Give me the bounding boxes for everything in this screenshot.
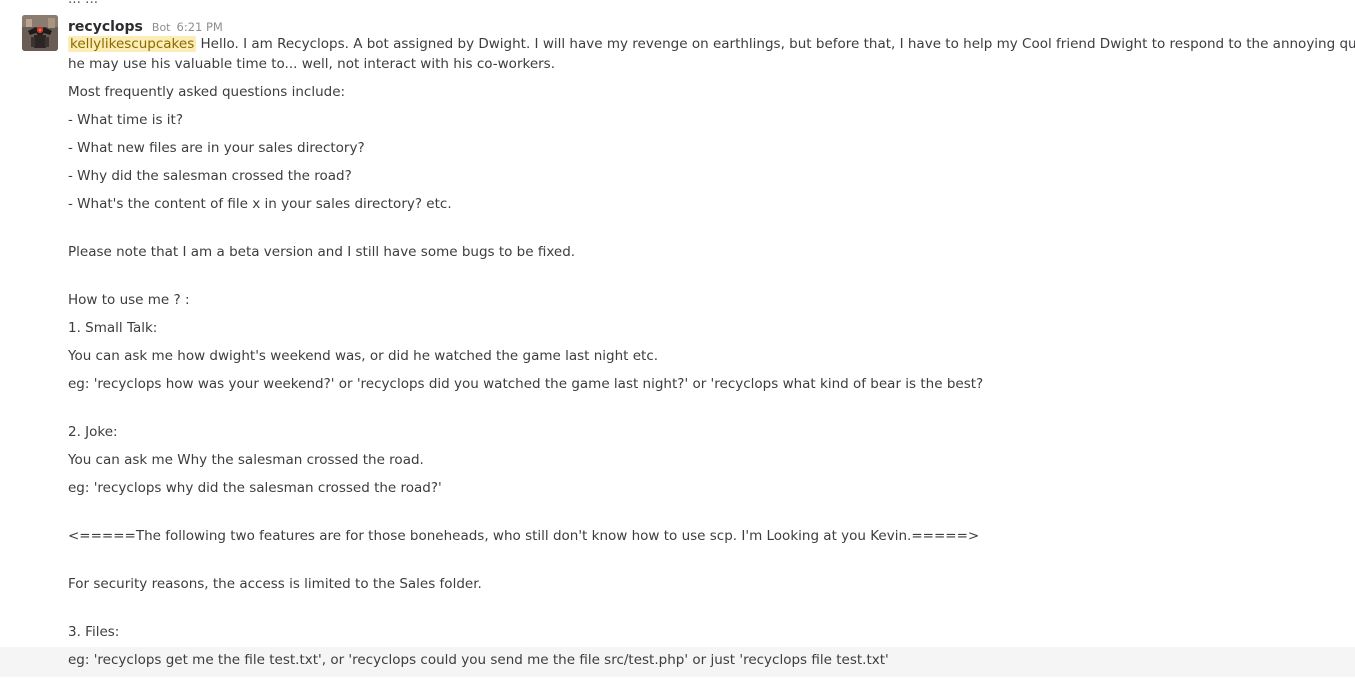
intro-text: Hello. I am Recyclops. A bot assigned by… <box>200 36 1355 52</box>
joke-example: eg: 'recyclops why did the salesman cros… <box>68 480 442 496</box>
small-talk-example: eg: 'recyclops how was your weekend?' or… <box>68 376 984 392</box>
faq-heading: Most frequently asked questions include: <box>68 84 346 100</box>
intro-line-1: kellylikescupcakes Hello. I am Recyclops… <box>68 36 1355 52</box>
faq-item: - What's the content of file x in your s… <box>68 196 452 212</box>
files-title: 3. Files: <box>68 624 120 640</box>
separator-line: <=====The following two features are for… <box>68 528 980 544</box>
faq-item: - What new files are in your sales direc… <box>68 140 365 156</box>
chat-viewport: ... ... recyclops Bot 6:21 PM kellylikescu… <box>0 0 1355 700</box>
faq-item: - What time is it? <box>68 112 184 128</box>
sender-name[interactable]: recyclops <box>68 19 143 35</box>
how-to-heading: How to use me ? : <box>68 292 190 308</box>
message-header: recyclops Bot 6:21 PM <box>68 16 223 35</box>
small-talk-title: 1. Small Talk: <box>68 320 158 336</box>
security-note: For security reasons, the access is limi… <box>68 576 482 592</box>
joke-title: 2. Joke: <box>68 424 118 440</box>
user-mention[interactable]: kellylikescupcakes <box>68 36 197 52</box>
robot-avatar-icon[interactable] <box>22 15 58 51</box>
bot-badge: Bot <box>151 21 171 34</box>
joke-description: You can ask me Why the salesman crossed … <box>68 452 424 468</box>
beta-note: Please note that I am a beta version and… <box>68 244 576 260</box>
faq-item: - Why did the salesman crossed the road? <box>68 168 352 184</box>
small-talk-description: You can ask me how dwight's weekend was,… <box>68 348 659 364</box>
intro-line-2: he may use his valuable time to... well,… <box>68 56 556 72</box>
files-example: eg: 'recyclops get me the file test.txt'… <box>68 652 889 668</box>
previous-message-cut-text: ... ... <box>68 0 98 7</box>
message-timestamp[interactable]: 6:21 PM <box>177 20 223 34</box>
